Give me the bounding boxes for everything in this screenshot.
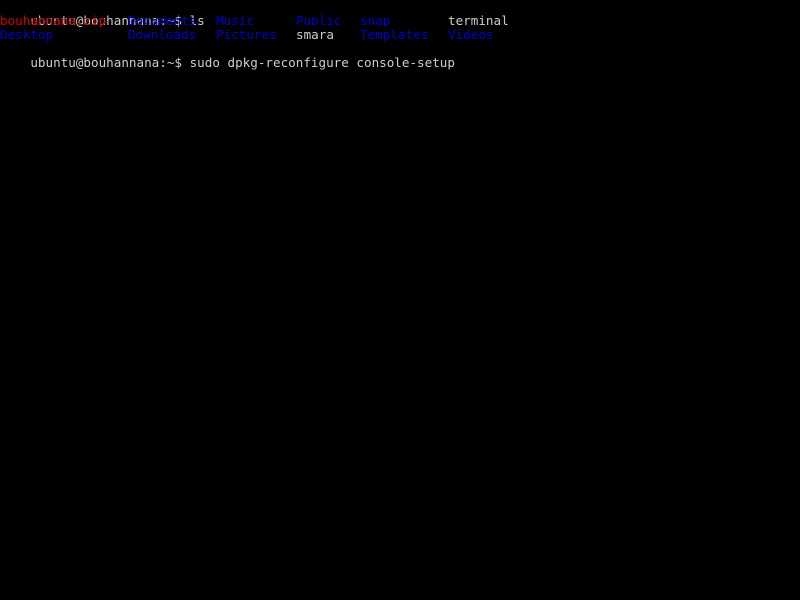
ls-entry-templates[interactable]: Templates (360, 28, 428, 42)
prompt-gap (182, 56, 190, 70)
ls-entry-downloads[interactable]: Downloads (128, 28, 196, 42)
ls-entry-bouhannana-zip[interactable]: bouhannana.zip (0, 14, 106, 28)
ls-entry-smara[interactable]: smara (296, 28, 334, 42)
command-text-dpkg-reconfigure: sudo dpkg-reconfigure console-setup (189, 55, 455, 70)
ls-entry-public[interactable]: Public (296, 14, 342, 28)
terminal-screen[interactable]: ubuntu@bouhannana:~$ ls bouhannana.zip D… (0, 0, 800, 600)
ls-entry-snap[interactable]: snap (360, 14, 390, 28)
ls-output-row-2: Desktop Downloads Pictures smara Templat… (0, 28, 494, 42)
ls-entry-documents[interactable]: Documents (128, 14, 196, 28)
ls-entry-terminal[interactable]: terminal (448, 14, 509, 28)
ls-entry-videos[interactable]: Videos (448, 28, 494, 42)
shell-prompt: ubuntu@bouhannana:~$ (30, 55, 182, 70)
terminal-line-command-ls: ubuntu@bouhannana:~$ ls (0, 0, 204, 28)
ls-entry-pictures[interactable]: Pictures (216, 28, 277, 42)
ls-output-row-1: bouhannana.zip Documents Music Public sn… (0, 14, 509, 28)
ls-entry-music[interactable]: Music (216, 14, 254, 28)
ls-entry-desktop[interactable]: Desktop (0, 28, 53, 42)
terminal-line-command-dpkg: ubuntu@bouhannana:~$ sudo dpkg-reconfigu… (0, 42, 455, 70)
